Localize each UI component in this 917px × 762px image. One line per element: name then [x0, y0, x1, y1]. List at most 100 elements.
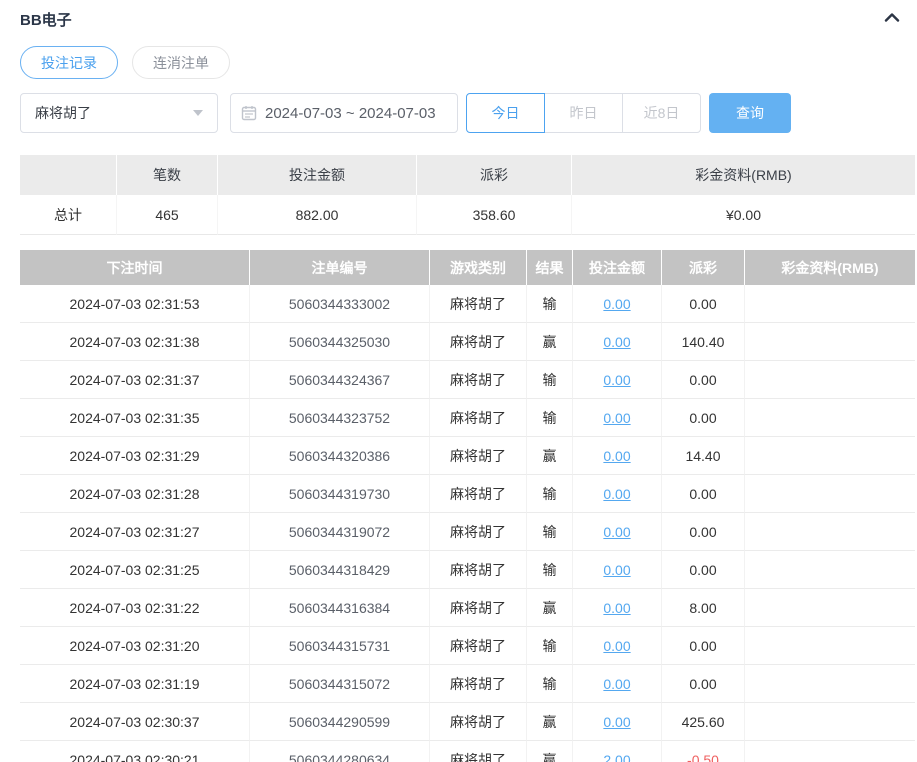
table-row: 2024-07-03 02:30:21 5060344280634 麻将胡了 赢…	[20, 741, 915, 762]
panel-bb-dianzi: BB电子 投注记录 连消注单 麻将胡了 2024-07-03 ~ 2024-07…	[20, 6, 915, 762]
bet-time-cell: 2024-07-03 02:31:29	[20, 437, 250, 475]
payout-cell: 0.00	[662, 399, 745, 437]
bonus-cell	[745, 703, 915, 741]
order-id-cell: 5060344290599	[250, 703, 430, 741]
summary-total-label: 总计	[20, 195, 117, 235]
game-type-cell: 麻将胡了	[430, 285, 527, 323]
collapse-button[interactable]	[883, 10, 901, 29]
summary-header-row: 笔数 投注金额 派彩 彩金资料(RMB)	[20, 155, 915, 195]
order-id-cell: 5060344319730	[250, 475, 430, 513]
bet-time-cell: 2024-07-03 02:31:20	[20, 627, 250, 665]
query-button[interactable]: 查询	[709, 93, 791, 133]
order-id-cell: 5060344324367	[250, 361, 430, 399]
result-cell: 输	[527, 513, 573, 551]
bet-amount-cell: 0.00	[573, 627, 662, 665]
result-cell: 赢	[527, 589, 573, 627]
bonus-cell	[745, 399, 915, 437]
bonus-cell	[745, 513, 915, 551]
tab-label: 投注记录	[41, 54, 97, 71]
summary-total-bet-amount: 882.00	[218, 195, 417, 235]
bet-amount-cell: 0.00	[573, 361, 662, 399]
bet-amount-link[interactable]: 0.00	[603, 486, 630, 502]
order-id-cell: 5060344316384	[250, 589, 430, 627]
bet-time-cell: 2024-07-03 02:31:22	[20, 589, 250, 627]
bet-amount-cell: 0.00	[573, 513, 662, 551]
result-cell: 输	[527, 399, 573, 437]
summary-header-blank	[20, 155, 117, 195]
bet-amount-link[interactable]: 0.00	[603, 334, 630, 350]
table-row: 2024-07-03 02:30:37 5060344290599 麻将胡了 赢…	[20, 703, 915, 741]
date-range-input[interactable]: 2024-07-03 ~ 2024-07-03	[230, 93, 458, 133]
result-cell: 输	[527, 665, 573, 703]
date-range-value: 2024-07-03 ~ 2024-07-03	[265, 104, 436, 122]
payout-cell: 0.00	[662, 361, 745, 399]
today-button[interactable]: 今日	[466, 93, 545, 133]
bet-time-cell: 2024-07-03 02:31:35	[20, 399, 250, 437]
summary-total-row: 总计 465 882.00 358.60 ¥0.00	[20, 195, 915, 235]
result-cell: 输	[527, 475, 573, 513]
game-type-cell: 麻将胡了	[430, 323, 527, 361]
bet-amount-link[interactable]: 0.00	[603, 410, 630, 426]
bonus-cell	[745, 361, 915, 399]
tab-cancelled-orders[interactable]: 连消注单	[132, 46, 230, 79]
result-cell: 输	[527, 627, 573, 665]
game-type-cell: 麻将胡了	[430, 665, 527, 703]
game-select-value: 麻将胡了	[35, 105, 91, 121]
game-type-cell: 麻将胡了	[430, 437, 527, 475]
summary-header-bet-amount: 投注金额	[218, 155, 417, 195]
payout-cell: 0.00	[662, 285, 745, 323]
bet-time-cell: 2024-07-03 02:31:37	[20, 361, 250, 399]
bonus-cell	[745, 323, 915, 361]
result-cell: 输	[527, 285, 573, 323]
page-title: BB电子	[20, 11, 72, 29]
result-cell: 输	[527, 361, 573, 399]
bet-amount-link[interactable]: 0.00	[603, 372, 630, 388]
table-row: 2024-07-03 02:31:19 5060344315072 麻将胡了 输…	[20, 665, 915, 703]
bet-time-cell: 2024-07-03 02:31:25	[20, 551, 250, 589]
bet-time-cell: 2024-07-03 02:30:21	[20, 741, 250, 762]
bet-amount-link[interactable]: 0.00	[603, 562, 630, 578]
payout-cell: -0.50	[662, 741, 745, 762]
payout-cell: 0.00	[662, 551, 745, 589]
result-cell: 输	[527, 551, 573, 589]
panel-header: BB电子	[20, 6, 915, 32]
summary-total-bonus: ¥0.00	[572, 195, 915, 235]
bet-amount-cell: 2.00	[573, 741, 662, 762]
filter-bar: 麻将胡了 2024-07-03 ~ 2024-07-03 今日 昨日 近8日 查…	[20, 93, 915, 133]
bet-amount-link[interactable]: 0.00	[603, 676, 630, 692]
game-type-cell: 麻将胡了	[430, 475, 527, 513]
order-id-cell: 5060344318429	[250, 551, 430, 589]
bet-amount-link[interactable]: 2.00	[603, 752, 630, 762]
payout-cell: 14.40	[662, 437, 745, 475]
calendar-icon	[241, 105, 257, 121]
records-table: 下注时间 注单编号 游戏类别 结果 投注金额 派彩 彩金资料(RMB) 2024…	[20, 250, 915, 762]
bonus-cell	[745, 741, 915, 762]
summary-header-bonus: 彩金资料(RMB)	[572, 155, 915, 195]
bet-amount-link[interactable]: 0.00	[603, 714, 630, 730]
bet-amount-cell: 0.00	[573, 703, 662, 741]
result-cell: 赢	[527, 703, 573, 741]
payout-cell: 0.00	[662, 513, 745, 551]
records-header-bonus: 彩金资料(RMB)	[745, 250, 915, 285]
records-header-order-id: 注单编号	[250, 250, 430, 285]
order-id-cell: 5060344280634	[250, 741, 430, 762]
records-header-result: 结果	[527, 250, 573, 285]
summary-header-payout: 派彩	[417, 155, 572, 195]
bonus-cell	[745, 285, 915, 323]
tab-betting-records[interactable]: 投注记录	[20, 46, 118, 79]
bet-amount-cell: 0.00	[573, 285, 662, 323]
bet-amount-cell: 0.00	[573, 475, 662, 513]
game-select[interactable]: 麻将胡了	[20, 93, 218, 133]
bet-amount-link[interactable]: 0.00	[603, 524, 630, 540]
records-header-payout: 派彩	[662, 250, 745, 285]
bet-amount-link[interactable]: 0.00	[603, 296, 630, 312]
yesterday-button[interactable]: 昨日	[544, 93, 623, 133]
last-8-days-button[interactable]: 近8日	[622, 93, 701, 133]
bet-amount-link[interactable]: 0.00	[603, 448, 630, 464]
result-cell: 赢	[527, 323, 573, 361]
tab-label: 连消注单	[153, 54, 209, 71]
bet-amount-link[interactable]: 0.00	[603, 600, 630, 616]
table-row: 2024-07-03 02:31:37 5060344324367 麻将胡了 输…	[20, 361, 915, 399]
bet-amount-link[interactable]: 0.00	[603, 638, 630, 654]
order-id-cell: 5060344315072	[250, 665, 430, 703]
